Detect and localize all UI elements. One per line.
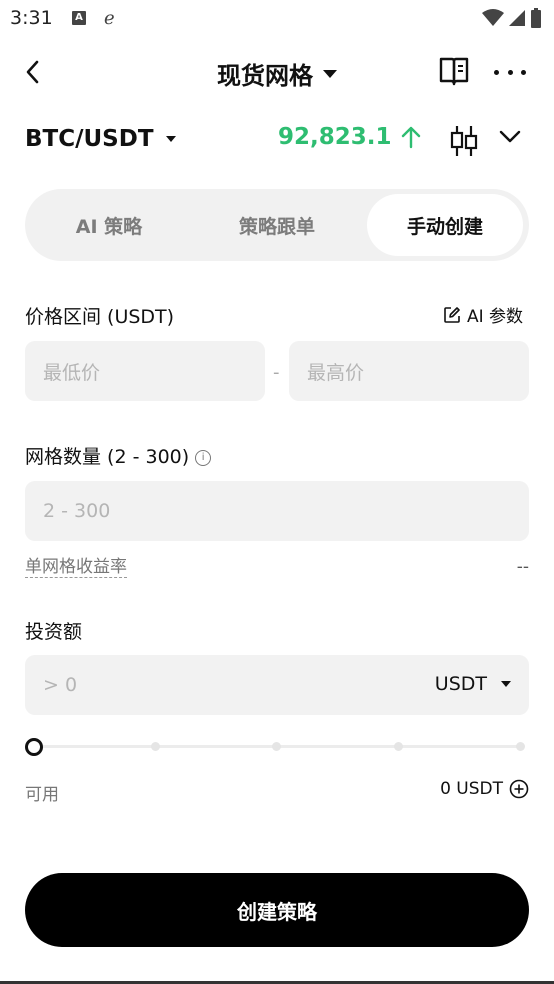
- plus-circle-icon[interactable]: [509, 779, 529, 799]
- investment-label: 投资额: [25, 621, 83, 643]
- status-indicators: [482, 8, 542, 28]
- slider-handle[interactable]: [25, 738, 43, 756]
- grid-yield-value: --: [516, 557, 529, 577]
- wifi-icon: [482, 9, 504, 26]
- pair-name: BTC/USDT: [25, 126, 154, 152]
- grid-count-placeholder: 2 - 300: [43, 500, 111, 522]
- nav-bar: 现货网格: [0, 44, 554, 100]
- strategy-tabs: AI 策略 策略跟单 手动创建: [25, 189, 529, 261]
- investment-placeholder: > 0: [43, 674, 78, 696]
- slider-tick-100[interactable]: [516, 742, 525, 751]
- min-price-placeholder: 最低价: [43, 361, 101, 384]
- strategy-type-selector[interactable]: 现货网格: [0, 56, 554, 91]
- price-range-label: 价格区间 (USDT): [25, 306, 175, 328]
- slider-tick-50[interactable]: [272, 742, 281, 751]
- grid-count-label-wrap: 网格数量 (2 - 300) i: [25, 442, 212, 469]
- edit-icon: [444, 306, 460, 323]
- pair-row: BTC/USDT 92,823.1: [0, 116, 554, 166]
- create-strategy-button[interactable]: 创建策略: [25, 873, 529, 947]
- guide-button[interactable]: [438, 56, 470, 90]
- investment-input[interactable]: > 0 USDT: [25, 655, 529, 715]
- pair-selector[interactable]: BTC/USDT: [25, 126, 176, 152]
- chevron-down-icon: [499, 130, 521, 143]
- max-price-placeholder: 最高价: [307, 361, 365, 384]
- tab-copy-strategy[interactable]: 策略跟单: [195, 194, 359, 256]
- chevron-down-icon: [165, 136, 176, 142]
- ai-param-label: AI 参数: [467, 307, 524, 327]
- chevron-down-icon: [501, 681, 511, 687]
- more-icon-dot: [507, 69, 513, 75]
- tab-ai-strategy[interactable]: AI 策略: [29, 194, 189, 256]
- more-icon-dot: [521, 69, 526, 75]
- chart-button[interactable]: [449, 124, 479, 162]
- currency-selector[interactable]: USDT: [435, 673, 511, 695]
- info-icon[interactable]: i: [195, 449, 212, 466]
- grid-count-input[interactable]: 2 - 300: [25, 481, 529, 541]
- candlestick-icon: [450, 126, 478, 156]
- page-title: 现货网格: [217, 62, 313, 90]
- arrow-up-icon: [401, 126, 420, 149]
- browser-e-icon: ℯ: [104, 8, 115, 29]
- available-value: 0 USDT: [440, 779, 503, 799]
- signal-icon: [509, 10, 525, 26]
- available-label: 可用: [25, 785, 59, 805]
- slider-tick-25[interactable]: [151, 742, 160, 751]
- max-price-input[interactable]: 最高价: [289, 341, 529, 401]
- price-display: 92,823.1: [278, 124, 422, 150]
- currency-label: USDT: [434, 673, 487, 695]
- status-time: 3:31: [10, 7, 53, 29]
- expand-button[interactable]: [498, 128, 522, 148]
- more-button[interactable]: [494, 58, 526, 86]
- ai-param-button[interactable]: AI 参数: [443, 302, 523, 327]
- battery-icon: [531, 8, 541, 28]
- more-icon: [494, 69, 499, 75]
- investment-slider[interactable]: [25, 737, 529, 757]
- tab-manual-create[interactable]: 手动创建: [367, 194, 523, 256]
- grid-count-label: 网格数量 (2 - 300): [25, 446, 190, 468]
- chevron-down-icon: [323, 69, 337, 78]
- current-price: 92,823.1: [278, 124, 392, 150]
- grid-yield-label[interactable]: 单网格收益率: [25, 557, 127, 578]
- notification-a-icon: A: [72, 11, 86, 25]
- slider-tick-75[interactable]: [394, 742, 403, 751]
- min-price-input[interactable]: 最低价: [25, 341, 265, 401]
- range-separator: -: [273, 362, 280, 383]
- status-bar: 3:31 A ℯ: [0, 0, 554, 36]
- book-icon: [439, 57, 469, 86]
- available-balance: 0 USDT: [440, 779, 529, 799]
